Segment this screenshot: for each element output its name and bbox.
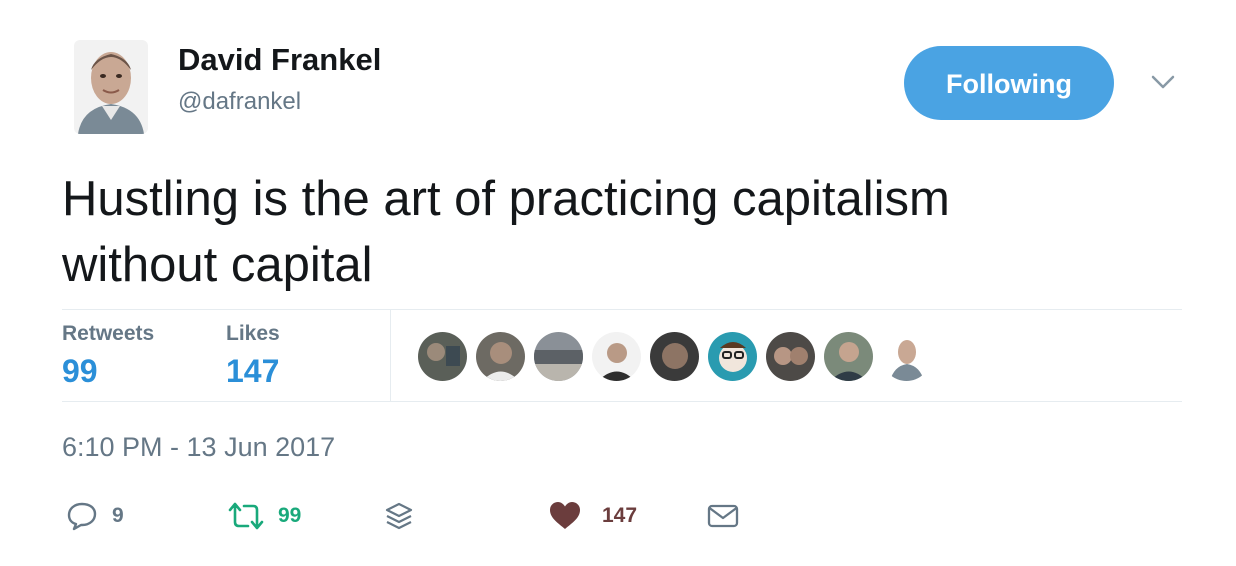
- liker-avatar-2[interactable]: [476, 332, 525, 381]
- divider: [62, 309, 1182, 310]
- envelope-icon: [707, 504, 739, 528]
- heart-icon: [550, 502, 580, 529]
- author-handle[interactable]: @dafrankel: [178, 88, 301, 116]
- liker-avatar-4[interactable]: [592, 332, 641, 381]
- layers-icon: [385, 502, 413, 530]
- like-count: 147: [602, 504, 638, 527]
- liker-avatar-6[interactable]: [708, 332, 757, 381]
- tweet-text-line-1: Hustling is the art of practicing capita…: [62, 172, 950, 226]
- retweets-count[interactable]: 99: [62, 353, 98, 390]
- reply-button[interactable]: 9: [66, 496, 124, 536]
- tweet-timestamp[interactable]: 6:10 PM - 13 Jun 2017: [62, 432, 335, 463]
- likes-count[interactable]: 147: [226, 353, 279, 390]
- reply-count: 9: [112, 504, 124, 527]
- liker-avatar-3[interactable]: [534, 332, 583, 381]
- tweet-text-line-2: without capital: [62, 238, 373, 292]
- liker-avatar-7[interactable]: [766, 332, 815, 381]
- liker-avatar-8[interactable]: [824, 332, 873, 381]
- divider: [62, 401, 1182, 402]
- reply-icon: [67, 502, 97, 531]
- retweet-icon: [228, 502, 264, 530]
- liker-avatar-1[interactable]: [418, 332, 467, 381]
- liker-avatar-5[interactable]: [650, 332, 699, 381]
- stats-divider: [390, 310, 391, 402]
- retweet-count: 99: [278, 504, 302, 527]
- likes-label[interactable]: Likes: [226, 322, 280, 346]
- author-avatar[interactable]: [74, 40, 148, 134]
- tweet-text: Hustling is the art of practicing capita…: [62, 166, 1182, 298]
- direct-message-button[interactable]: [706, 496, 740, 536]
- following-button[interactable]: Following: [904, 46, 1114, 120]
- retweet-button[interactable]: 99: [228, 496, 301, 536]
- like-button[interactable]: 147: [548, 496, 637, 536]
- liker-avatar-9[interactable]: [882, 332, 931, 381]
- liker-avatars: [418, 332, 931, 381]
- chevron-down-icon[interactable]: [1150, 72, 1176, 92]
- author-name[interactable]: David Frankel: [178, 42, 381, 78]
- retweets-label[interactable]: Retweets: [62, 322, 154, 346]
- add-to-moment-button[interactable]: [384, 496, 414, 536]
